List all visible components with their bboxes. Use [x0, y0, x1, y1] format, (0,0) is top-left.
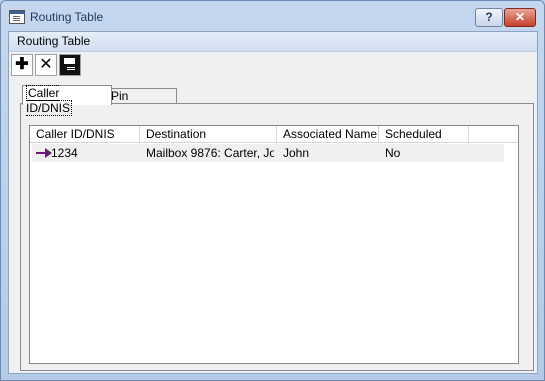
cell-scheduled: No	[385, 146, 401, 160]
column-header-destination[interactable]: Destination	[140, 126, 277, 142]
cell-caller-id: 1234	[51, 146, 78, 160]
routing-list[interactable]: Caller ID/DNIS Destination Associated Na…	[29, 125, 519, 364]
tab-label: Caller ID/DNIS	[26, 85, 73, 116]
table-row[interactable]: 1234 Mailbox 9876: Carter, Jo... John No	[32, 144, 504, 162]
help-button[interactable]: ?	[475, 8, 503, 27]
column-header-associated-name[interactable]: Associated Name	[277, 126, 379, 142]
cell-associated-name: John	[283, 146, 310, 160]
routing-table-window: Routing Table ? ✕ Routing Table ✚ ✕ Call…	[0, 0, 545, 381]
tab-caller-id-dnis[interactable]: Caller ID/DNIS	[22, 85, 112, 116]
column-header-scheduled[interactable]: Scheduled	[379, 126, 469, 142]
column-header-caller-id[interactable]: Caller ID/DNIS	[30, 126, 140, 142]
title-bar[interactable]: Routing Table ? ✕	[1, 1, 544, 31]
cell-destination: Mailbox 9876: Carter, Jo...	[146, 146, 274, 160]
client-area: Routing Table ✚ ✕ Caller ID/DNIS Pin Num…	[8, 31, 538, 374]
delete-button[interactable]: ✕	[35, 54, 57, 76]
list-header: Caller ID/DNIS Destination Associated Na…	[30, 126, 518, 143]
x-icon: ✕	[39, 56, 53, 73]
close-button[interactable]: ✕	[504, 8, 536, 27]
toolbar: ✚ ✕	[9, 54, 537, 78]
menubar: Routing Table	[9, 32, 537, 52]
app-window-icon	[9, 10, 25, 24]
purple-arrow-icon	[36, 148, 52, 158]
add-button[interactable]: ✚	[11, 54, 33, 76]
plus-icon: ✚	[15, 56, 29, 73]
window-title: Routing Table	[30, 10, 104, 24]
menubar-title: Routing Table	[17, 34, 91, 48]
save-button[interactable]	[59, 54, 81, 76]
column-header-filler	[469, 126, 518, 142]
